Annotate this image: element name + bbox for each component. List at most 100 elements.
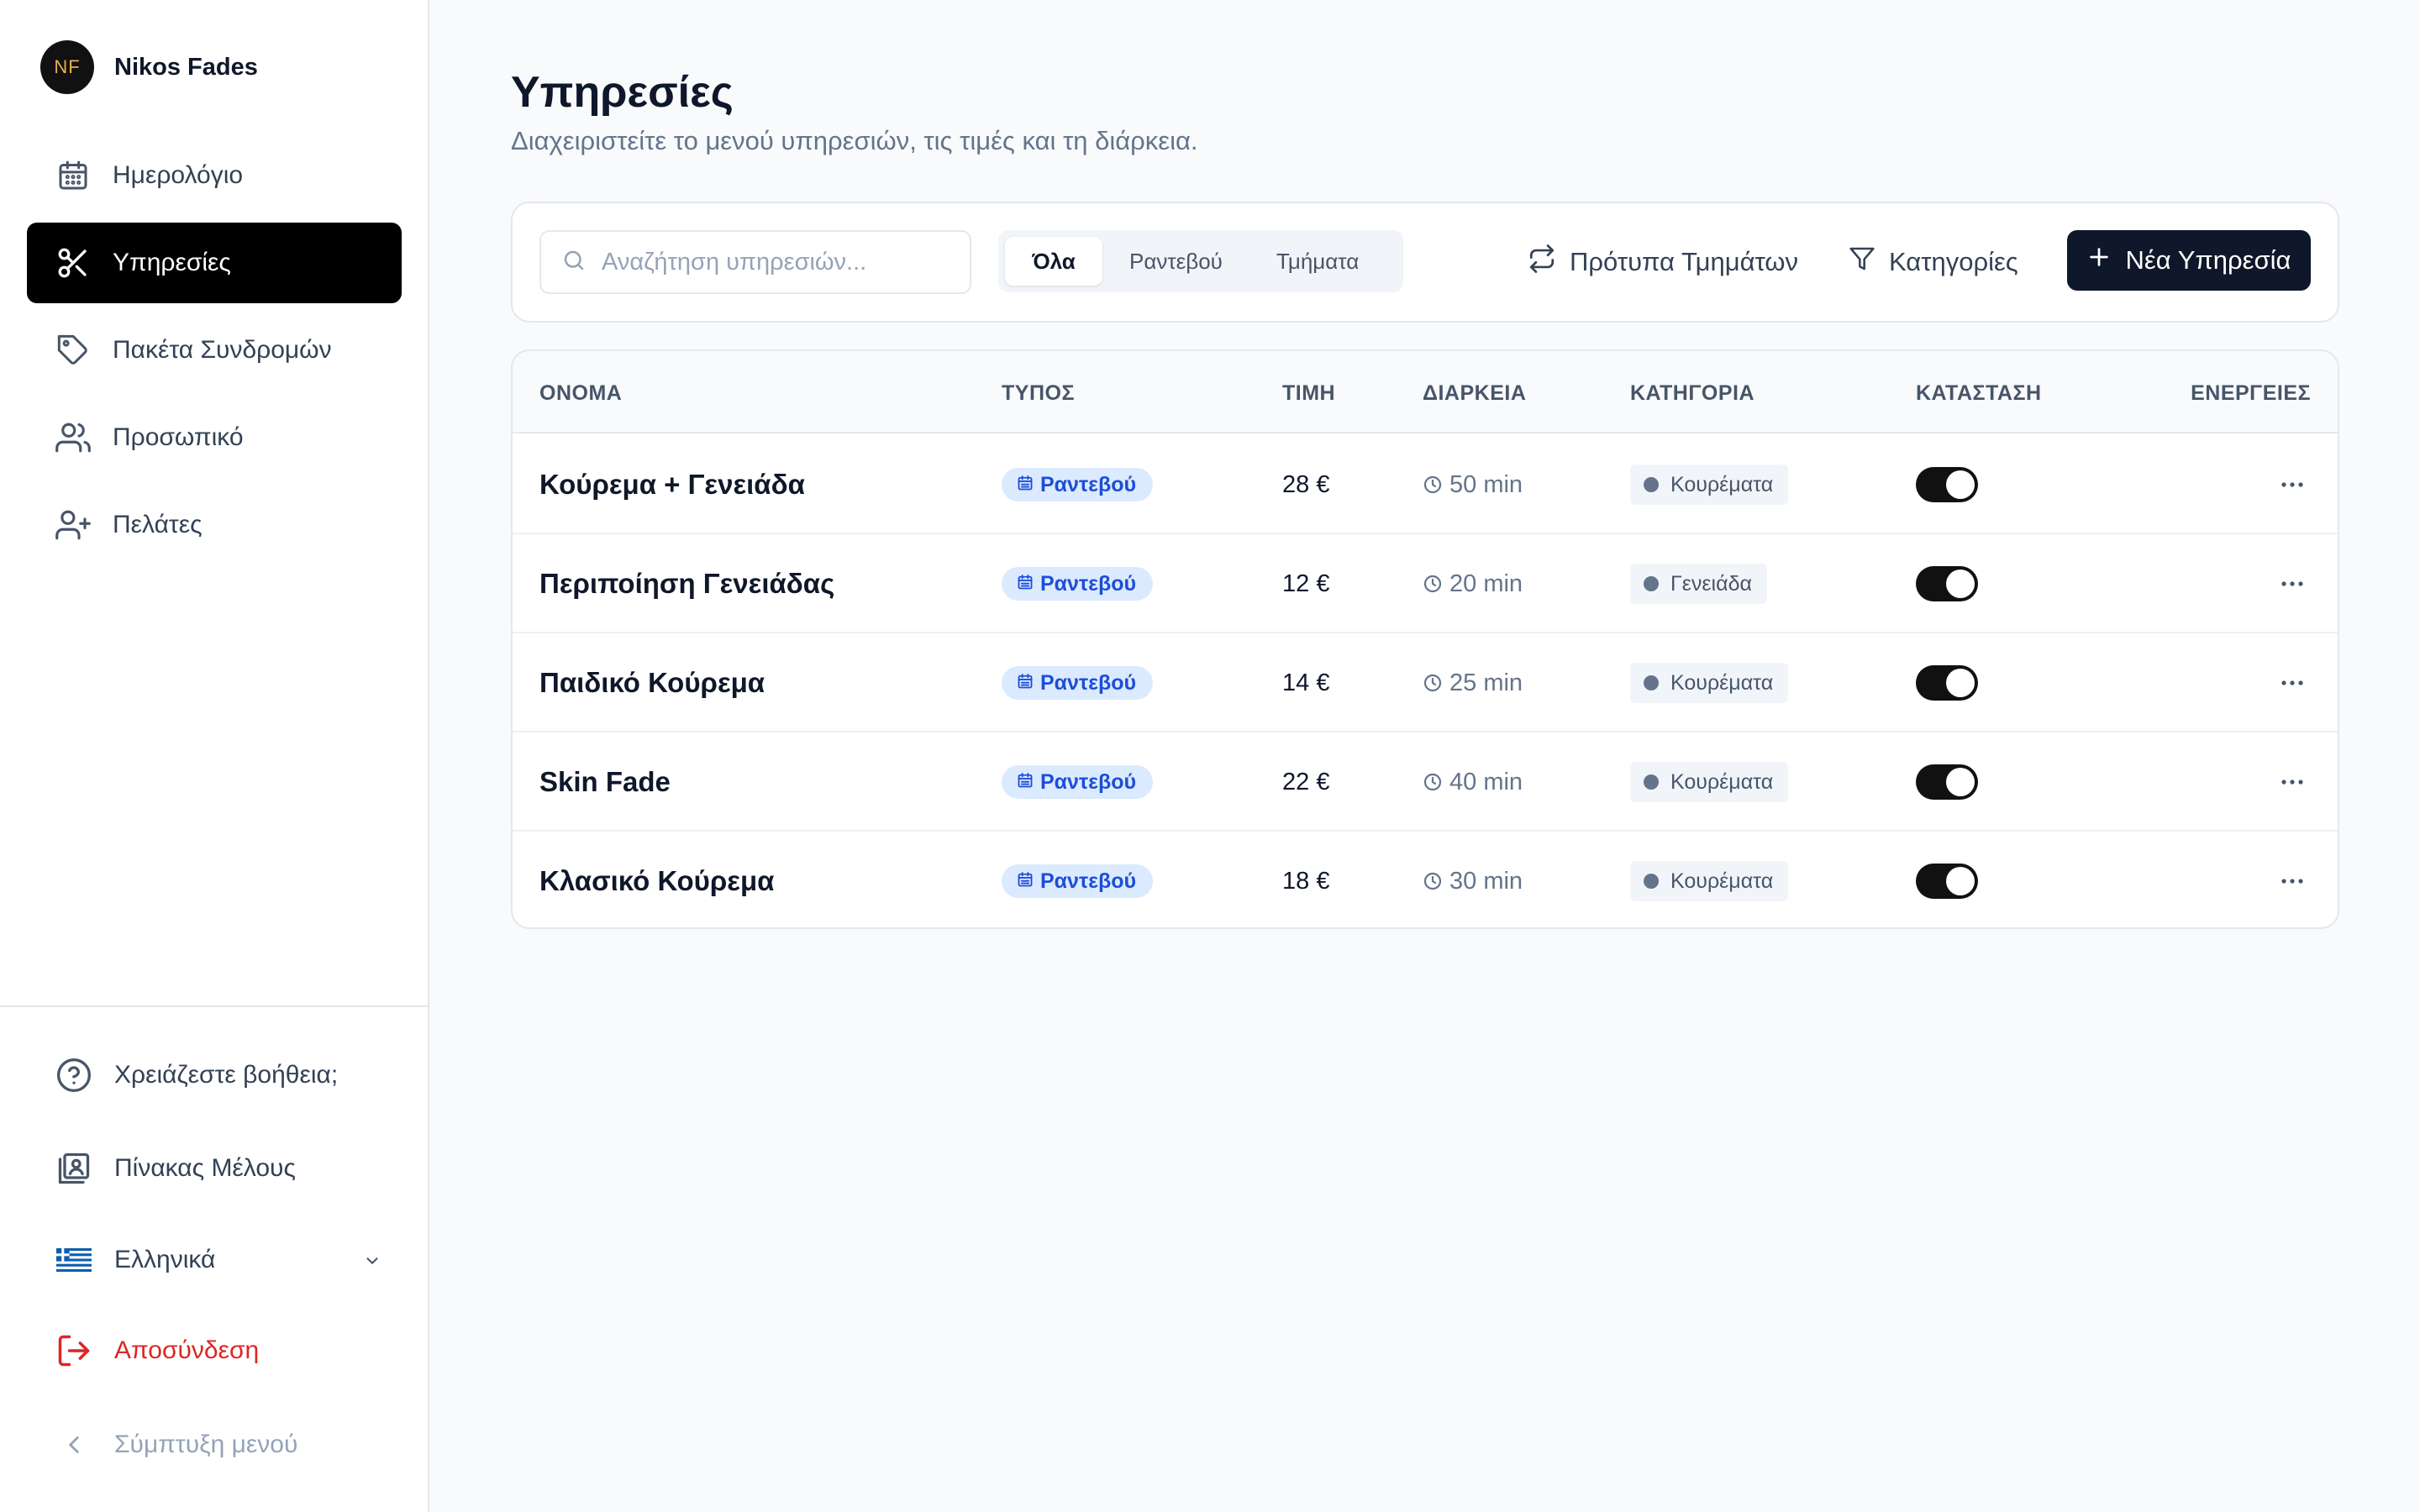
sidebar-item-label: Πακέτα Συνδρομών	[113, 336, 332, 364]
sidebar-nav: Ημερολόγιο Υπηρεσίες Πακέτα Συνδρομών Πρ…	[27, 135, 402, 572]
toggle-knob	[1946, 570, 1975, 598]
language-label: Ελληνικά	[114, 1246, 216, 1273]
table-row[interactable]: Κούρεμα + Γενειάδα Ραντεβού 28 € 50 min Κουρ…	[513, 435, 2338, 534]
service-type-cell: Ραντεβού	[1002, 534, 1154, 633]
service-duration: 30 min	[1449, 867, 1523, 895]
more-actions-icon[interactable]	[2275, 567, 2309, 601]
more-actions-icon[interactable]	[2275, 468, 2309, 501]
table-row[interactable]: Περιποίηση Γενειάδας Ραντεβού 12 € 20 min Γε…	[513, 534, 2338, 633]
calendar-icon	[54, 156, 92, 195]
categories-label: Κατηγορίες	[1889, 247, 2018, 276]
service-price: 14 €	[1282, 669, 1330, 696]
more-actions-icon[interactable]	[2275, 864, 2309, 898]
actions-cell	[2275, 633, 2309, 732]
users-icon	[54, 418, 92, 457]
sidebar: NF Nikos Fades Ημερολόγιο Υπηρεσίες Πακέ…	[0, 0, 429, 1512]
clock-icon	[1423, 871, 1443, 891]
category-label: Κουρέματα	[1670, 472, 1774, 496]
sidebar-item-label: Προσωπικό	[113, 423, 244, 451]
more-actions-icon[interactable]	[2275, 666, 2309, 700]
service-type-cell: Ραντεβού	[1002, 832, 1154, 927]
plus-icon	[2087, 245, 2111, 276]
chevron-down-icon	[363, 1248, 381, 1277]
type-label: Ραντεβού	[1040, 571, 1137, 596]
sidebar-item-services[interactable]: Υπηρεσίες	[27, 223, 402, 303]
help-circle-icon	[54, 1055, 94, 1095]
language-select[interactable]: Ελληνικά	[54, 1240, 381, 1280]
table-row[interactable]: Παιδικό Κούρεμα Ραντεβού 14 € 25 min Κουρέμα…	[513, 633, 2338, 732]
category-cell: Γενειάδα	[1630, 534, 1767, 633]
type-label: Ραντεβού	[1040, 670, 1137, 695]
actions-cell	[2275, 832, 2309, 927]
clock-icon	[1423, 574, 1443, 594]
page-subtitle: Διαχειριστείτε το μενού υπηρεσιών, τις τ…	[511, 126, 1198, 155]
categories-button[interactable]: Κατηγορίες	[1849, 230, 2018, 294]
status-toggle[interactable]	[1916, 864, 1978, 899]
actions-cell	[2275, 534, 2309, 633]
status-cell	[1916, 435, 1978, 534]
logout-icon	[54, 1331, 94, 1371]
clock-icon	[1423, 673, 1443, 693]
service-price: 12 €	[1282, 570, 1330, 597]
category-badge: Κουρέματα	[1630, 663, 1789, 703]
type-badge: Ραντεβού	[1002, 468, 1154, 501]
member-board-link[interactable]: Πίνακας Μέλους	[54, 1148, 381, 1189]
tab-appointments[interactable]: Ραντεβού	[1102, 237, 1249, 286]
type-label: Ραντεβού	[1040, 472, 1137, 496]
logout-button[interactable]: Αποσύνδεση	[54, 1331, 381, 1371]
price-cell: 14 €	[1282, 633, 1329, 732]
type-label: Ραντεβού	[1040, 769, 1137, 794]
status-toggle[interactable]	[1916, 665, 1978, 701]
sidebar-divider	[0, 1005, 428, 1007]
toggle-knob	[1946, 768, 1975, 796]
user-profile[interactable]: NF Nikos Fades	[40, 40, 258, 94]
category-cell: Κουρέματα	[1630, 435, 1789, 534]
tag-icon	[54, 331, 92, 370]
toggle-knob	[1946, 867, 1975, 895]
filter-icon	[1849, 245, 1876, 279]
toggle-knob	[1946, 669, 1975, 697]
status-toggle[interactable]	[1916, 764, 1978, 800]
calendar-icon	[1017, 671, 1034, 696]
service-duration: 50 min	[1449, 470, 1523, 498]
search-input[interactable]	[602, 248, 955, 276]
category-label: Κουρέματα	[1670, 769, 1774, 794]
price-cell: 22 €	[1282, 732, 1329, 832]
category-dot	[1644, 675, 1659, 690]
more-actions-icon[interactable]	[2275, 765, 2309, 799]
service-name-cell: Κούρεμα + Γενειάδα	[539, 435, 805, 534]
category-dot	[1644, 576, 1659, 591]
service-name: Κούρεμα + Γενειάδα	[539, 469, 805, 500]
help-link[interactable]: Χρειάζεστε βοήθεια;	[54, 1055, 381, 1095]
service-name: Παιδικό Κούρεμα	[539, 667, 765, 698]
type-badge: Ραντεβού	[1002, 864, 1154, 898]
sidebar-item-clients[interactable]: Πελάτες	[27, 485, 402, 565]
service-type-cell: Ραντεβού	[1002, 732, 1154, 832]
collapse-menu-button[interactable]: Σύμπτυξη μενού	[54, 1425, 381, 1465]
status-toggle[interactable]	[1916, 566, 1978, 601]
category-cell: Κουρέματα	[1630, 633, 1789, 732]
price-cell: 18 €	[1282, 832, 1329, 927]
table-row[interactable]: Κλασικό Κούρεμα Ραντεβού 18 € 30 min Κουρέμα…	[513, 832, 2338, 927]
status-toggle[interactable]	[1916, 467, 1978, 502]
sidebar-item-packages[interactable]: Πακέτα Συνδρομών	[27, 310, 402, 391]
type-filter-tabs: Όλα Ραντεβού Τμήματα	[998, 230, 1403, 292]
service-name-cell: Παιδικό Κούρεμα	[539, 633, 765, 732]
sidebar-item-staff[interactable]: Προσωπικό	[27, 397, 402, 478]
tab-all[interactable]: Όλα	[1005, 237, 1102, 286]
service-name: Κλασικό Κούρεμα	[539, 865, 775, 896]
user-plus-icon	[54, 506, 92, 544]
sidebar-item-calendar[interactable]: Ημερολόγιο	[27, 135, 402, 216]
new-service-button[interactable]: Νέα Υπηρεσία	[2067, 230, 2311, 291]
type-badge: Ραντεβού	[1002, 666, 1154, 700]
table-row[interactable]: Skin Fade Ραντεβού 22 € 40 min Κουρέματα	[513, 732, 2338, 832]
category-badge: Κουρέματα	[1630, 861, 1789, 901]
column-header-type: ΤΥΠΟΣ	[1002, 381, 1075, 405]
contact-card-icon	[54, 1148, 94, 1189]
column-header-price: ΤΙΜΗ	[1282, 381, 1336, 405]
category-cell: Κουρέματα	[1630, 732, 1789, 832]
service-type-cell: Ραντεβού	[1002, 435, 1154, 534]
tab-classes[interactable]: Τμήματα	[1249, 237, 1386, 286]
category-dot	[1644, 874, 1659, 889]
class-templates-button[interactable]: Πρότυπα Τμημάτων	[1528, 230, 1798, 294]
